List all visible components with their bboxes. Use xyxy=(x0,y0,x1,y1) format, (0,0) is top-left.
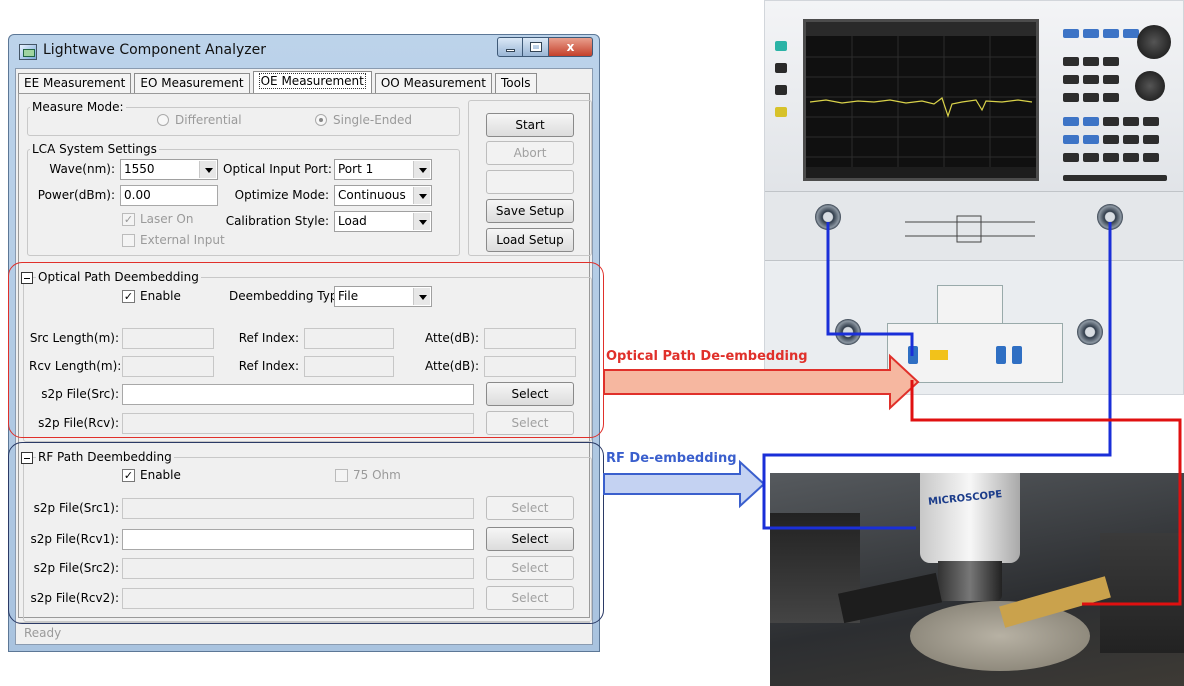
microscope-lens xyxy=(938,561,1002,601)
lower-left-connector xyxy=(835,319,861,345)
window-title: Lightwave Component Analyzer xyxy=(43,42,266,58)
lower-label-box xyxy=(937,285,1003,325)
chevron-down-icon xyxy=(413,161,430,178)
rotary-knob xyxy=(1137,25,1171,59)
port-1-connector xyxy=(815,204,841,230)
probe-station-photo: MICROSCOPE xyxy=(770,473,1184,686)
close-button[interactable]: x xyxy=(549,37,593,57)
port-2-connector xyxy=(1097,204,1123,230)
wave-label: Wave(nm): xyxy=(49,162,115,176)
warning-icon xyxy=(930,350,948,360)
wave-select[interactable]: 1550 xyxy=(120,159,218,180)
chevron-down-icon xyxy=(199,161,216,178)
title-bar[interactable]: Lightwave Component Analyzer x xyxy=(9,35,599,69)
tab-tools[interactable]: Tools xyxy=(494,73,537,93)
microscope-label: MICROSCOPE xyxy=(927,489,1003,508)
instrument-side-keys xyxy=(775,41,789,129)
optical-io-box xyxy=(887,323,1063,383)
calibration-style-select[interactable]: Load xyxy=(334,211,432,232)
power-label: Power(dBm): xyxy=(37,188,115,202)
tab-oo-measurement[interactable]: OO Measurement xyxy=(374,73,492,93)
status-bar: Ready xyxy=(18,622,590,642)
tab-eo-measurement[interactable]: EO Measurement xyxy=(134,73,250,93)
instrument-front-panel xyxy=(765,1,1183,191)
minimize-button[interactable] xyxy=(497,37,523,57)
close-icon: x xyxy=(566,40,575,54)
minimize-icon xyxy=(505,48,515,52)
external-input-label: External Input xyxy=(140,233,225,247)
lca-settings-legend: LCA System Settings xyxy=(32,142,157,156)
tab-strip: EE Measurement EO Measurement OE Measure… xyxy=(18,71,540,93)
instrument-lower-panel xyxy=(765,263,1183,394)
port-diagram xyxy=(905,215,1035,243)
microscope-body: MICROSCOPE xyxy=(920,473,1020,563)
rf-arrow xyxy=(603,459,766,509)
differential-radio[interactable] xyxy=(157,114,169,126)
chevron-down-icon xyxy=(413,187,430,204)
chevron-down-icon xyxy=(413,213,430,230)
tab-oe-measurement[interactable]: OE Measurement xyxy=(252,71,372,93)
differential-label: Differential xyxy=(175,113,242,127)
rf-arrow-label: RF De-embedding xyxy=(606,451,737,466)
blank-button[interactable] xyxy=(486,170,574,194)
abort-button[interactable]: Abort xyxy=(486,141,574,165)
instrument-keypad xyxy=(1059,17,1175,187)
maximize-icon xyxy=(529,42,542,52)
optical-arrow-label: Optical Path De-embedding xyxy=(606,349,808,364)
single-ended-label: Single-Ended xyxy=(333,113,413,127)
load-setup-button[interactable]: Load Setup xyxy=(486,228,574,252)
single-ended-radio[interactable] xyxy=(315,114,327,126)
laser-on-checkbox[interactable]: ✓ xyxy=(122,213,135,226)
optical-input-port-select[interactable]: Port 1 xyxy=(334,159,432,180)
save-setup-button[interactable]: Save Setup xyxy=(486,199,574,223)
laser-on-label: Laser On xyxy=(140,212,194,226)
calibration-style-label: Calibration Style: xyxy=(225,214,329,228)
power-input[interactable]: 0.00 xyxy=(120,185,218,206)
optimize-mode-label: Optimize Mode: xyxy=(234,188,329,202)
start-button[interactable]: Start xyxy=(486,113,574,137)
rf-highlight-frame xyxy=(8,442,604,624)
optical-highlight-frame xyxy=(8,262,604,438)
optimize-mode-select[interactable]: Continuous xyxy=(334,185,432,206)
tab-ee-measurement[interactable]: EE Measurement xyxy=(18,73,132,93)
instrument-port-panel xyxy=(765,191,1183,261)
screen-trace xyxy=(806,22,1036,178)
measure-mode-legend: Measure Mode: xyxy=(32,100,124,114)
app-icon xyxy=(19,44,37,60)
maximize-button[interactable] xyxy=(523,37,549,57)
external-input-checkbox[interactable] xyxy=(122,234,135,247)
lca-instrument-photo xyxy=(764,0,1184,395)
lower-right-connector xyxy=(1077,319,1103,345)
arrow-pad xyxy=(1135,71,1165,101)
instrument-screen xyxy=(803,19,1039,181)
optical-input-port-label: Optical Input Port: xyxy=(223,162,332,176)
